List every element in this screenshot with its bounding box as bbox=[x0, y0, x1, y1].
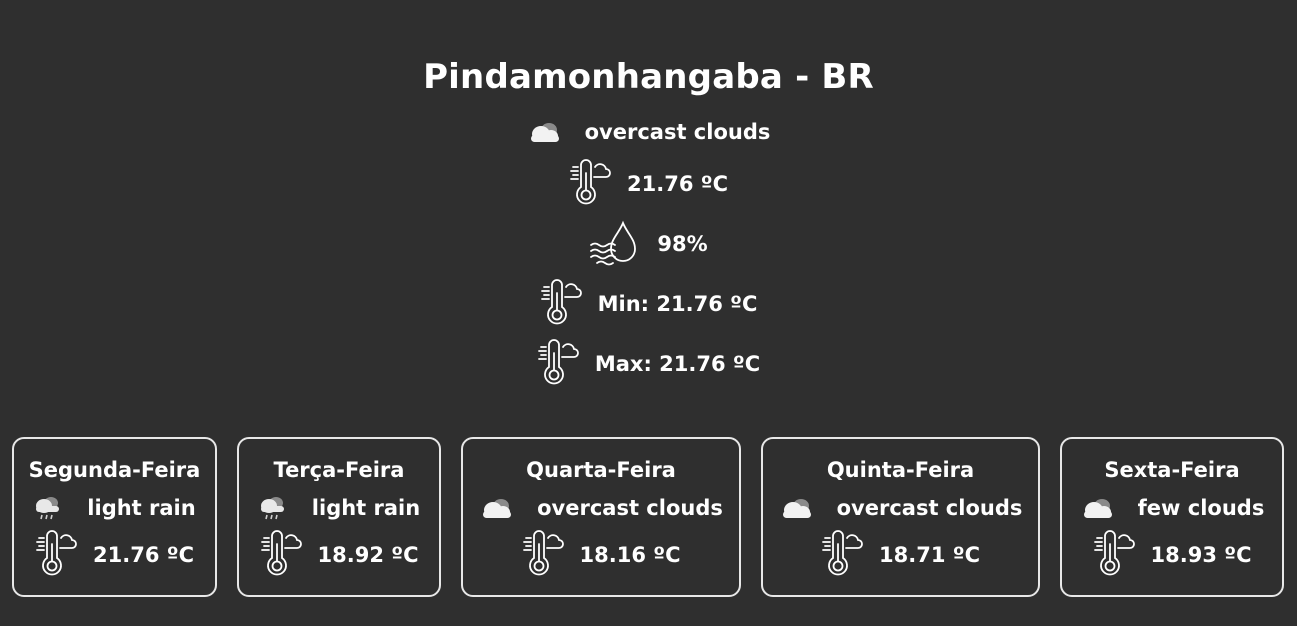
thermometer-icon bbox=[821, 530, 865, 580]
thermometer-icon bbox=[35, 530, 79, 580]
overcast-clouds-icon bbox=[779, 496, 813, 520]
forecast-day: Quarta-Feira bbox=[526, 458, 676, 482]
current-min-row: Min: 21.76 ºC bbox=[0, 276, 1297, 332]
forecast-temperature: 18.16 ºC bbox=[579, 543, 681, 567]
forecast-card-quarta: Quarta-Feira overcast clouds 18.16 ºC bbox=[461, 437, 741, 597]
forecast-description-row: light rain bbox=[239, 490, 439, 526]
overcast-clouds-icon bbox=[479, 496, 513, 520]
forecast-temperature-row: 21.76 ºC bbox=[14, 528, 215, 582]
forecast-temperature-row: 18.71 ºC bbox=[763, 528, 1038, 582]
forecast-description-row: overcast clouds bbox=[763, 490, 1038, 526]
thermometer-icon bbox=[540, 279, 584, 329]
forecast-description: overcast clouds bbox=[537, 496, 723, 520]
forecast-temperature: 18.93 ºC bbox=[1150, 543, 1252, 567]
thermometer-icon bbox=[537, 339, 581, 389]
city-title: Pindamonhangaba - BR bbox=[423, 57, 874, 97]
forecast-temperature-row: 18.92 ºC bbox=[239, 528, 439, 582]
current-temperature: 21.76 ºC bbox=[627, 172, 728, 196]
thermometer-icon bbox=[1093, 530, 1137, 580]
weather-app: Pindamonhangaba - BR overcast clouds 21.… bbox=[0, 0, 1297, 626]
forecast-description-row: few clouds bbox=[1062, 490, 1282, 526]
forecast-card-segunda: Segunda-Feira light rain 21.76 ºC bbox=[12, 437, 217, 597]
forecast-day: Quinta-Feira bbox=[826, 458, 975, 482]
forecast-description: light rain bbox=[311, 496, 421, 520]
forecast-temperature: 18.92 ºC bbox=[317, 543, 419, 567]
forecast-description: few clouds bbox=[1137, 496, 1265, 520]
forecast-temperature-row: 18.93 ºC bbox=[1062, 528, 1282, 582]
thermometer-icon bbox=[522, 530, 566, 580]
forecast-description-row: light rain bbox=[14, 490, 215, 526]
forecast-day: Segunda-Feira bbox=[28, 458, 201, 482]
current-description: overcast clouds bbox=[584, 120, 771, 144]
forecast-card-sexta: Sexta-Feira few clouds 18.93 ºC bbox=[1060, 437, 1284, 597]
current-weather: Pindamonhangaba - BR overcast clouds 21.… bbox=[0, 52, 1297, 392]
current-humidity: 98% bbox=[657, 232, 708, 256]
forecast-card-terca: Terça-Feira light rain 18.92 ºC bbox=[237, 437, 441, 597]
current-description-row: overcast clouds bbox=[0, 112, 1297, 152]
rain-cloud-icon bbox=[258, 495, 288, 521]
forecast-card-quinta: Quinta-Feira overcast clouds 18.71 ºC bbox=[761, 437, 1040, 597]
current-min: Min: 21.76 ºC bbox=[597, 292, 758, 316]
thermometer-icon bbox=[260, 530, 304, 580]
overcast-clouds-icon bbox=[527, 120, 561, 144]
forecast-description-row: overcast clouds bbox=[463, 490, 739, 526]
current-max-row: Max: 21.76 ºC bbox=[0, 336, 1297, 392]
thermometer-icon bbox=[569, 159, 613, 209]
current-humidity-row: 98% bbox=[0, 216, 1297, 272]
forecast-description: overcast clouds bbox=[836, 496, 1023, 520]
forecast-list: Segunda-Feira light rain 21.76 ºC Terça-… bbox=[0, 437, 1297, 601]
forecast-temperature: 21.76 ºC bbox=[93, 543, 194, 567]
forecast-day: Terça-Feira bbox=[273, 458, 405, 482]
forecast-temperature-row: 18.16 ºC bbox=[463, 528, 739, 582]
few-clouds-icon bbox=[1080, 496, 1114, 520]
forecast-description: light rain bbox=[87, 496, 196, 520]
forecast-day: Sexta-Feira bbox=[1104, 458, 1240, 482]
forecast-temperature: 18.71 ºC bbox=[879, 543, 980, 567]
rain-cloud-icon bbox=[33, 495, 63, 521]
current-max: Max: 21.76 ºC bbox=[594, 352, 761, 376]
humidity-icon bbox=[589, 219, 643, 269]
current-temperature-row: 21.76 ºC bbox=[0, 156, 1297, 212]
